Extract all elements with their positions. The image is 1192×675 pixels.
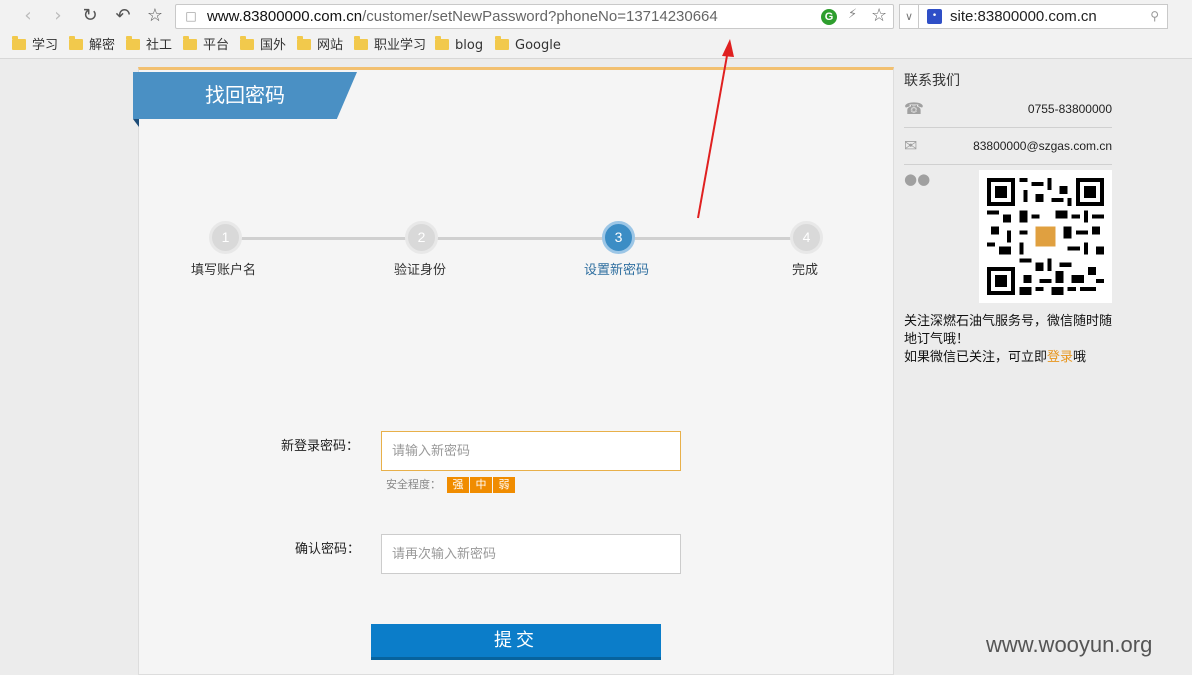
submit-button[interactable]: 提交 xyxy=(371,624,661,660)
watermark: www.wooyun.org xyxy=(986,632,1153,657)
url-host: www.83800000.com.cn xyxy=(207,8,363,25)
follow-text: 关注深燃石油气服务号，微信随时随地订气哦！ 如果微信已关注，可立即登录哦 xyxy=(904,313,1112,367)
confirm-password-input[interactable] xyxy=(381,534,681,574)
bookmark-item[interactable]: 社工 xyxy=(126,36,173,55)
phone-number: 0755-83800000 xyxy=(1027,102,1112,116)
folder-icon xyxy=(183,36,197,50)
title-banner: 找回密码 xyxy=(133,72,357,119)
step-1-circle: 1 xyxy=(209,221,242,254)
bookmark-item[interactable]: 职业学习 xyxy=(354,36,427,55)
bookmark-label: 解密 xyxy=(89,38,116,53)
progress-track xyxy=(238,237,808,240)
shield-icon: □ xyxy=(185,9,197,23)
bookmark-label: 职业学习 xyxy=(374,38,427,53)
folder-icon xyxy=(297,36,311,50)
url-path: /customer/setNewPassword?phoneNo=1371423… xyxy=(362,8,718,25)
bookmark-label: 网站 xyxy=(317,38,344,53)
email-row: ✉ 83800000@szgas.com.cn xyxy=(904,129,1112,165)
folder-icon xyxy=(12,36,26,50)
strength-medium: 中 xyxy=(470,477,492,493)
new-password-input[interactable] xyxy=(381,431,681,471)
lightning-icon[interactable]: ⚡ xyxy=(848,7,857,22)
mail-icon: ✉ xyxy=(904,136,918,155)
folder-icon xyxy=(126,36,140,50)
folder-icon xyxy=(240,36,254,50)
undo-icon[interactable]: ↶ xyxy=(111,5,135,27)
bookmark-star-icon[interactable]: ☆ xyxy=(871,5,887,26)
search-icon[interactable]: ⚲ xyxy=(1150,9,1159,23)
step-4-label: 完成 xyxy=(792,263,819,278)
bookmark-label: 国外 xyxy=(260,38,287,53)
reset-password-panel: 找回密码 xyxy=(133,67,894,675)
new-password-label: 新登录密码： xyxy=(281,439,360,454)
bookmark-label: 社工 xyxy=(146,38,173,53)
bookmark-item[interactable]: blog xyxy=(435,36,484,55)
annotation-arrow xyxy=(697,39,734,219)
bookmarks-bar: 学习 解密 社工 平台 国外 网站 职业学习 blog Google xyxy=(0,33,1192,59)
bookmark-label: 学习 xyxy=(32,38,59,53)
email-address: 83800000@szgas.com.cn xyxy=(973,139,1112,153)
folder-icon xyxy=(69,36,83,50)
contact-title: 联系我们 xyxy=(904,73,960,89)
folder-icon xyxy=(495,36,509,50)
phone-row: ☎ 0755-83800000 xyxy=(904,92,1112,128)
strength-label: 安全程度： xyxy=(386,478,441,491)
url-text[interactable]: www.83800000.com.cn/customer/setNewPassw… xyxy=(207,8,718,26)
strength-weak: 弱 xyxy=(493,477,515,493)
strength-strong: 强 xyxy=(447,477,469,493)
follow-line-2: 如果微信已关注，可立即 xyxy=(904,350,1048,365)
follow-line-3: 哦 xyxy=(1073,350,1087,365)
page-title: 找回密码 xyxy=(205,83,285,107)
step-2-label: 验证身份 xyxy=(394,263,447,278)
forward-arrow-icon[interactable]: › xyxy=(46,5,70,27)
bookmark-label: 平台 xyxy=(203,38,230,53)
qr-code-graphic xyxy=(987,178,1104,295)
step-2-circle: 2 xyxy=(405,221,438,254)
bookmark-label: Google xyxy=(515,38,561,53)
folder-icon xyxy=(435,36,449,50)
search-input[interactable]: site:83800000.com.cn xyxy=(950,8,1097,26)
banner-fold xyxy=(133,119,139,127)
bookmark-item[interactable]: 解密 xyxy=(69,36,116,55)
bookmark-item[interactable]: Google xyxy=(495,36,561,55)
step-3-circle: 3 xyxy=(602,221,635,254)
folder-icon xyxy=(354,36,368,50)
baidu-paw-icon: • xyxy=(927,9,942,24)
bookmark-item[interactable]: 网站 xyxy=(297,36,344,55)
bookmark-item[interactable]: 国外 xyxy=(240,36,287,55)
chat-icon: ●● xyxy=(904,170,931,188)
extension-g-icon[interactable]: G xyxy=(821,9,837,25)
star-icon[interactable]: ☆ xyxy=(143,5,167,27)
follow-line-1: 关注深燃石油气服务号，微信随时随地订气哦！ xyxy=(904,314,1113,347)
bookmark-label: blog xyxy=(455,38,484,53)
phone-icon: ☎ xyxy=(904,99,924,118)
step-3-label: 设置新密码 xyxy=(584,263,650,278)
back-arrow-icon[interactable]: ‹ xyxy=(16,5,40,27)
step-4-circle: 4 xyxy=(790,221,823,254)
bookmark-item[interactable]: 平台 xyxy=(183,36,230,55)
bookmark-item[interactable]: 学习 xyxy=(12,36,59,55)
step-1-label: 填写账户名 xyxy=(191,263,257,278)
address-bar[interactable]: □ www.83800000.com.cn/customer/setNewPas… xyxy=(175,4,894,29)
login-link[interactable]: 登录 xyxy=(1047,350,1073,365)
reload-icon[interactable]: ↻ xyxy=(78,5,102,27)
wechat-qr-code xyxy=(979,170,1112,303)
chevron-down-icon[interactable]: ∨ xyxy=(899,4,919,29)
browser-toolbar: ‹ › ↻ ↶ ☆ □ www.83800000.com.cn/customer… xyxy=(0,0,1192,33)
confirm-password-label: 确认密码： xyxy=(295,542,361,557)
search-box[interactable]: • site:83800000.com.cn ⚲ xyxy=(919,4,1168,29)
